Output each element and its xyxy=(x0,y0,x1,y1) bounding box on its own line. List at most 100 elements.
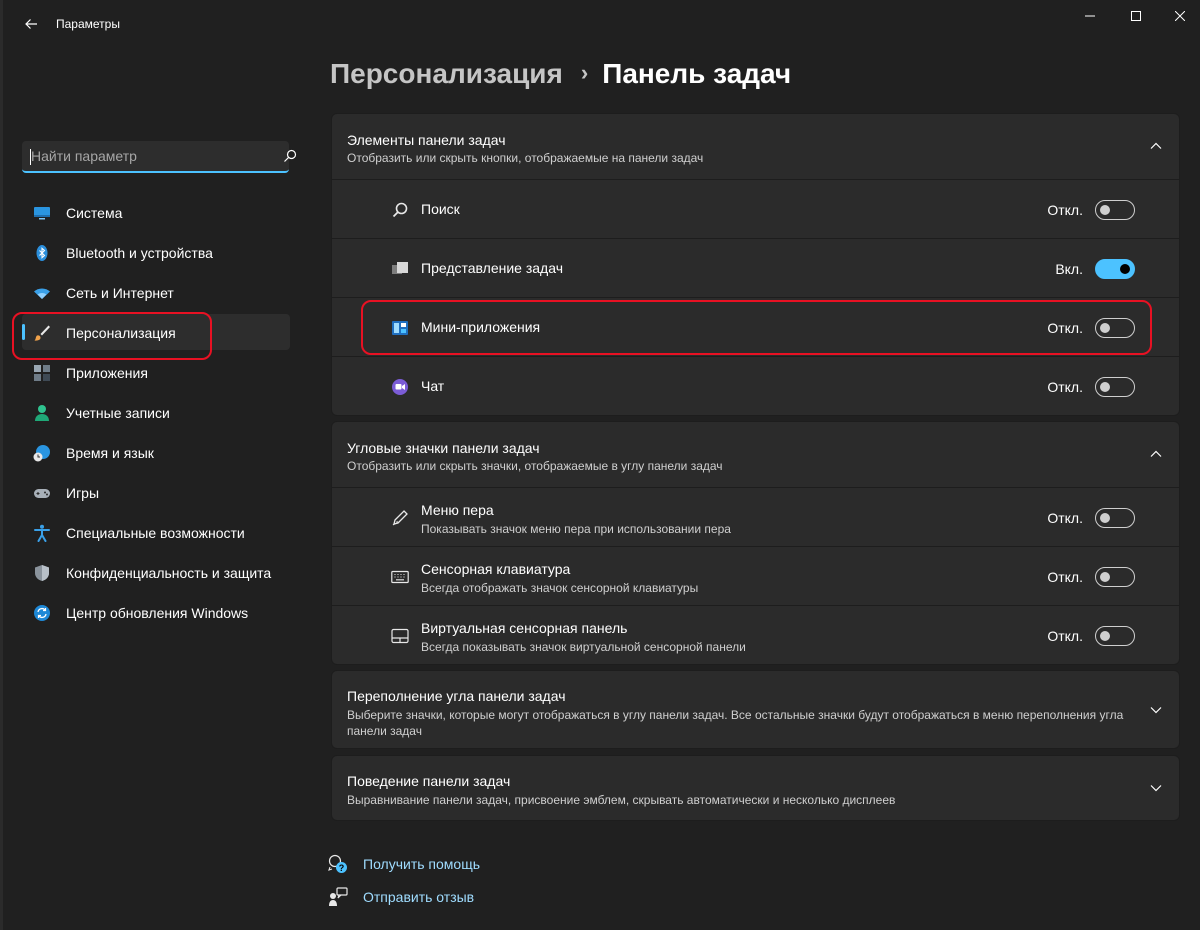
settings-window: Параметры Система xyxy=(0,0,1200,930)
setting-row-search: Поиск Откл. xyxy=(332,179,1179,238)
toggle-state-text: Откл. xyxy=(1047,628,1083,644)
toggle-knob xyxy=(1100,323,1110,333)
close-icon xyxy=(1175,11,1185,21)
chevron-up-icon[interactable] xyxy=(1149,447,1163,461)
task-view-icon xyxy=(392,262,408,274)
corner-overflow-card[interactable]: Переполнение угла панели задач Выберите … xyxy=(331,670,1180,749)
toggle-state-text: Откл. xyxy=(1047,510,1083,526)
close-button[interactable] xyxy=(1157,0,1200,32)
arrow-left-icon xyxy=(25,19,37,29)
sidebar-item-label: Специальные возможности xyxy=(66,525,245,541)
sidebar-item-personalization[interactable]: Персонализация xyxy=(22,314,290,350)
section-title: Элементы панели задач xyxy=(347,132,506,148)
minimize-button[interactable] xyxy=(1067,0,1113,32)
breadcrumb-parent[interactable]: Персонализация xyxy=(330,58,563,89)
section-subtitle: Отобразить или скрыть кнопки, отображаем… xyxy=(347,151,704,165)
sidebar-item-accessibility[interactable]: Специальные возможности xyxy=(22,514,290,550)
chevron-up-icon[interactable] xyxy=(1149,139,1163,153)
toggle-state-text: Откл. xyxy=(1047,320,1083,336)
chat-icon xyxy=(392,379,408,395)
setting-label: Представление задач xyxy=(421,260,563,276)
get-help-label: Получить помощь xyxy=(363,856,481,872)
globe-clock-icon xyxy=(33,445,50,462)
help-icon: ? xyxy=(328,854,347,873)
chevron-down-icon[interactable] xyxy=(1149,781,1163,795)
keyboard-icon xyxy=(391,570,409,584)
section-subtitle: Выберите значки, которые могут отображат… xyxy=(347,708,1124,738)
setting-description: Всегда показывать значок виртуальной сен… xyxy=(421,640,746,654)
toggle-knob xyxy=(1100,382,1110,392)
setting-description: Показывать значок меню пера при использо… xyxy=(421,522,731,536)
sidebar-item-privacy[interactable]: Конфиденциальность и защита xyxy=(22,554,290,590)
section-title: Угловые значки панели задач xyxy=(347,440,540,456)
accessibility-icon xyxy=(34,524,50,542)
search-toggle[interactable] xyxy=(1095,200,1135,220)
active-indicator xyxy=(22,324,25,340)
search-box[interactable] xyxy=(22,141,297,173)
virtual-touchpad-toggle[interactable] xyxy=(1095,626,1135,646)
setting-label: Чат xyxy=(421,378,445,394)
section-subtitle: Выравнивание панели задач, присвоение эм… xyxy=(347,793,896,807)
corner-icons-header[interactable]: Угловые значки панели задач Отобразить и… xyxy=(332,422,1179,487)
corner-icons-card: Угловые значки панели задач Отобразить и… xyxy=(331,421,1180,665)
person-icon xyxy=(35,405,49,421)
sidebar-item-system[interactable]: Система xyxy=(22,194,290,230)
widgets-toggle[interactable] xyxy=(1095,318,1135,338)
sidebar-item-label: Центр обновления Windows xyxy=(66,605,249,621)
taskbar-items-header[interactable]: Элементы панели задач Отобразить или скр… xyxy=(332,114,1179,179)
sidebar-item-bluetooth[interactable]: Bluetooth и устройства xyxy=(22,234,290,270)
breadcrumb: Персонализация › Панель задач xyxy=(330,58,791,90)
title-bar: Параметры xyxy=(3,0,1200,48)
toggle-state-text: Откл. xyxy=(1047,379,1083,395)
sidebar-item-windows-update[interactable]: Центр обновления Windows xyxy=(22,594,290,630)
pen-menu-toggle[interactable] xyxy=(1095,508,1135,528)
sidebar-item-label: Приложения xyxy=(66,365,148,381)
section-title: Поведение панели задач xyxy=(347,773,511,789)
chevron-down-icon[interactable] xyxy=(1149,703,1163,717)
breadcrumb-separator: › xyxy=(580,60,589,85)
task-view-toggle[interactable] xyxy=(1095,259,1135,279)
toggle-knob xyxy=(1120,264,1130,274)
sidebar-item-apps[interactable]: Приложения xyxy=(22,354,290,390)
sidebar-item-label: Учетные записи xyxy=(66,405,170,421)
sidebar-item-label: Сеть и Интернет xyxy=(66,285,174,301)
taskbar-behavior-card[interactable]: Поведение панели задач Выравнивание пане… xyxy=(331,755,1180,821)
setting-row-touch-keyboard: Сенсорная клавиатура Всегда отображать з… xyxy=(332,546,1179,605)
maximize-button[interactable] xyxy=(1113,0,1159,32)
minimize-icon xyxy=(1085,15,1095,17)
chat-toggle[interactable] xyxy=(1095,377,1135,397)
monitor-icon xyxy=(34,207,50,220)
sidebar-item-network[interactable]: Сеть и Интернет xyxy=(22,274,290,310)
toggle-state-text: Откл. xyxy=(1047,569,1083,585)
search-icon[interactable] xyxy=(282,148,298,164)
sidebar-item-label: Игры xyxy=(66,485,100,501)
back-button[interactable] xyxy=(17,10,45,38)
touchpad-icon xyxy=(391,628,409,644)
touch-keyboard-toggle[interactable] xyxy=(1095,567,1135,587)
search-input[interactable] xyxy=(31,141,251,171)
wifi-icon xyxy=(34,288,50,299)
bluetooth-icon xyxy=(36,245,48,261)
setting-label: Мини-приложения xyxy=(421,319,541,335)
toggle-state-text: Откл. xyxy=(1047,202,1083,218)
sidebar-item-gaming[interactable]: Игры xyxy=(22,474,290,510)
sidebar-item-accounts[interactable]: Учетные записи xyxy=(22,394,290,430)
setting-label: Поиск xyxy=(421,201,460,217)
gamepad-icon xyxy=(34,489,50,498)
section-subtitle: Отобразить или скрыть значки, отображаем… xyxy=(347,459,723,473)
setting-row-chat: Чат Откл. xyxy=(332,356,1179,415)
pen-icon xyxy=(392,510,408,526)
apps-icon xyxy=(34,365,50,381)
setting-row-pen-menu: Меню пера Показывать значок меню пера пр… xyxy=(332,487,1179,546)
setting-description: Всегда отображать значок сенсорной клави… xyxy=(421,581,699,595)
setting-label: Сенсорная клавиатура xyxy=(421,561,571,577)
toggle-knob xyxy=(1100,631,1110,641)
sidebar-item-time-language[interactable]: Время и язык xyxy=(22,434,290,470)
svg-text:?: ? xyxy=(339,863,345,873)
setting-label: Меню пера xyxy=(421,502,494,518)
app-title: Параметры xyxy=(56,17,120,31)
send-feedback-label: Отправить отзыв xyxy=(363,889,475,905)
section-title: Переполнение угла панели задач xyxy=(347,688,566,704)
toggle-knob xyxy=(1100,205,1110,215)
page-title: Панель задач xyxy=(602,58,792,89)
